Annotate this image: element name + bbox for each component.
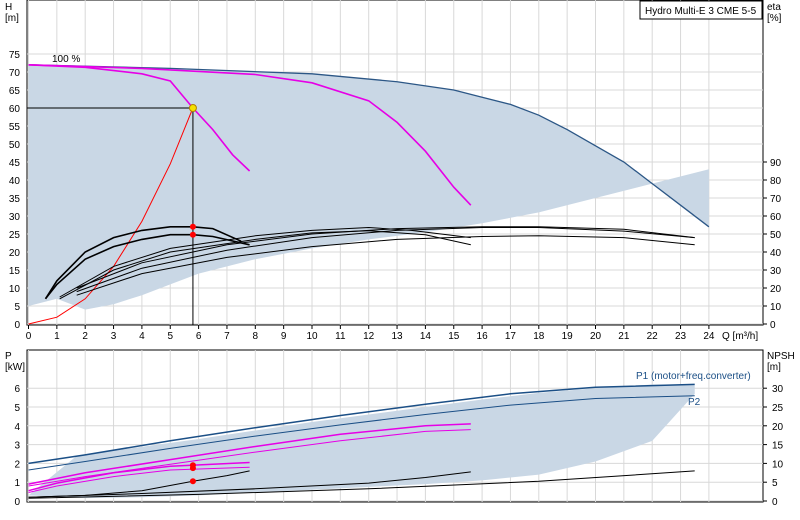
npsh-y-tick-label: 25 [772, 403, 784, 414]
eta-y-unit: [%] [767, 13, 782, 24]
npsh-y-tick-label: 20 [772, 422, 784, 433]
x-tick-label: 12 [363, 331, 375, 342]
head-operating-marker [189, 223, 196, 230]
power-y-label: P [5, 351, 12, 362]
eta-y-label: eta [767, 2, 781, 13]
p2-series-label: P2 [688, 397, 701, 408]
eta-y-tick-label: 0 [770, 320, 776, 331]
x-tick-label: 14 [420, 331, 432, 342]
x-tick-label: 13 [391, 331, 403, 342]
x-tick-label: 15 [448, 331, 460, 342]
eta-y-tick-label: 50 [770, 230, 782, 241]
x-tick-label: 7 [224, 331, 230, 342]
npsh-y-tick-label: 0 [772, 497, 778, 508]
x-tick-label: 24 [703, 331, 715, 342]
x-tick-label: 22 [647, 331, 659, 342]
npsh-y-tick-label: 10 [772, 459, 784, 470]
head-y-tick-label: 15 [9, 266, 21, 277]
x-tick-label: 19 [562, 331, 574, 342]
eta-y-tick-label: 60 [770, 212, 782, 223]
head-y-tick-label: 60 [9, 104, 21, 115]
x-tick-label: 8 [253, 331, 259, 342]
power-y-tick-label: 4 [14, 422, 20, 433]
npsh-y-tick-label: 30 [772, 384, 784, 395]
head-y-tick-label: 35 [9, 194, 21, 205]
eta-y-tick-label: 80 [770, 176, 782, 187]
head-operating-marker [189, 231, 196, 238]
head-y-tick-label: 50 [9, 140, 21, 151]
npsh-y-unit: [m] [767, 362, 781, 373]
head-y-tick-label: 30 [9, 212, 21, 223]
head-y-tick-label: 0 [14, 320, 20, 331]
x-tick-label: 1 [54, 331, 60, 342]
power-y-tick-label: 1 [14, 478, 20, 489]
x-tick-label: 10 [306, 331, 318, 342]
eta-y-tick-label: 90 [770, 158, 782, 169]
eta-y-tick-label: 10 [770, 302, 782, 313]
x-tick-label: 0 [26, 331, 32, 342]
x-tick-label: 21 [618, 331, 630, 342]
head-y-tick-label: 10 [9, 284, 21, 295]
head-y-tick-label: 55 [9, 122, 21, 133]
duty-point-marker [188, 104, 197, 112]
x-tick-label: 11 [335, 331, 346, 342]
power-y-tick-label: 3 [14, 441, 20, 452]
x-tick-label: 4 [139, 331, 145, 342]
npsh-y-label: NPSH [767, 351, 795, 362]
head-y-tick-label: 65 [9, 86, 21, 97]
head-y-tick-label: 40 [9, 176, 21, 187]
x-tick-label: 9 [281, 331, 287, 342]
head-y-unit: [m] [5, 13, 19, 24]
power-y-tick-label: 0 [14, 497, 20, 508]
chart-title: Hydro Multi-E 3 CME 5-5 [645, 6, 757, 17]
chart-canvas: 0 1 2 3 4 5 6 7 8 9 10 11 12 13 14 15 16 17 18 19 20 21 22 23 24… [5, 0, 795, 508]
eta-y-tick-label: 70 [770, 194, 782, 205]
x-tick-label: 20 [590, 331, 602, 342]
eta-y-tick-label: 40 [770, 248, 782, 259]
power-y-unit: [kW] [5, 362, 25, 373]
x-tick-label: 17 [505, 331, 517, 342]
x-tick-label: 2 [82, 331, 88, 342]
power-operating-marker [189, 465, 196, 472]
head-y-tick-label: 75 [9, 50, 21, 61]
head-y-tick-label: 5 [14, 302, 20, 313]
power-y-tick-label: 6 [14, 384, 20, 395]
x-tick-label: 18 [533, 331, 545, 342]
head-y-tick-label: 70 [9, 68, 21, 79]
head-y-label: H [5, 2, 12, 13]
x-tick-label: 6 [196, 331, 202, 342]
power-operating-marker [189, 478, 196, 485]
head-y-tick-label: 20 [9, 248, 21, 259]
p1-series-label: P1 (motor+freq.converter) [636, 371, 751, 382]
eta-y-tick-label: 30 [770, 266, 782, 277]
head-y-tick-label: 25 [9, 230, 21, 241]
pump-curve-chart: 0 1 2 3 4 5 6 7 8 9 10 11 12 13 14 15 16 17 18 19 20 21 22 23 24… [0, 0, 800, 520]
eta-y-tick-label: 20 [770, 284, 782, 295]
x-tick-label: 23 [675, 331, 687, 342]
x-tick-label: 5 [167, 331, 173, 342]
head-y-tick-label: 45 [9, 158, 21, 169]
power-y-tick-label: 2 [14, 459, 20, 470]
power-y-tick-label: 5 [14, 403, 20, 414]
flow-x-label: Q [m³/h] [722, 331, 758, 342]
speed-label: 100 % [52, 54, 80, 65]
npsh-y-tick-label: 5 [772, 478, 778, 489]
npsh-y-tick-label: 15 [772, 441, 784, 452]
x-tick-label: 16 [477, 331, 489, 342]
x-tick-label: 3 [111, 331, 117, 342]
